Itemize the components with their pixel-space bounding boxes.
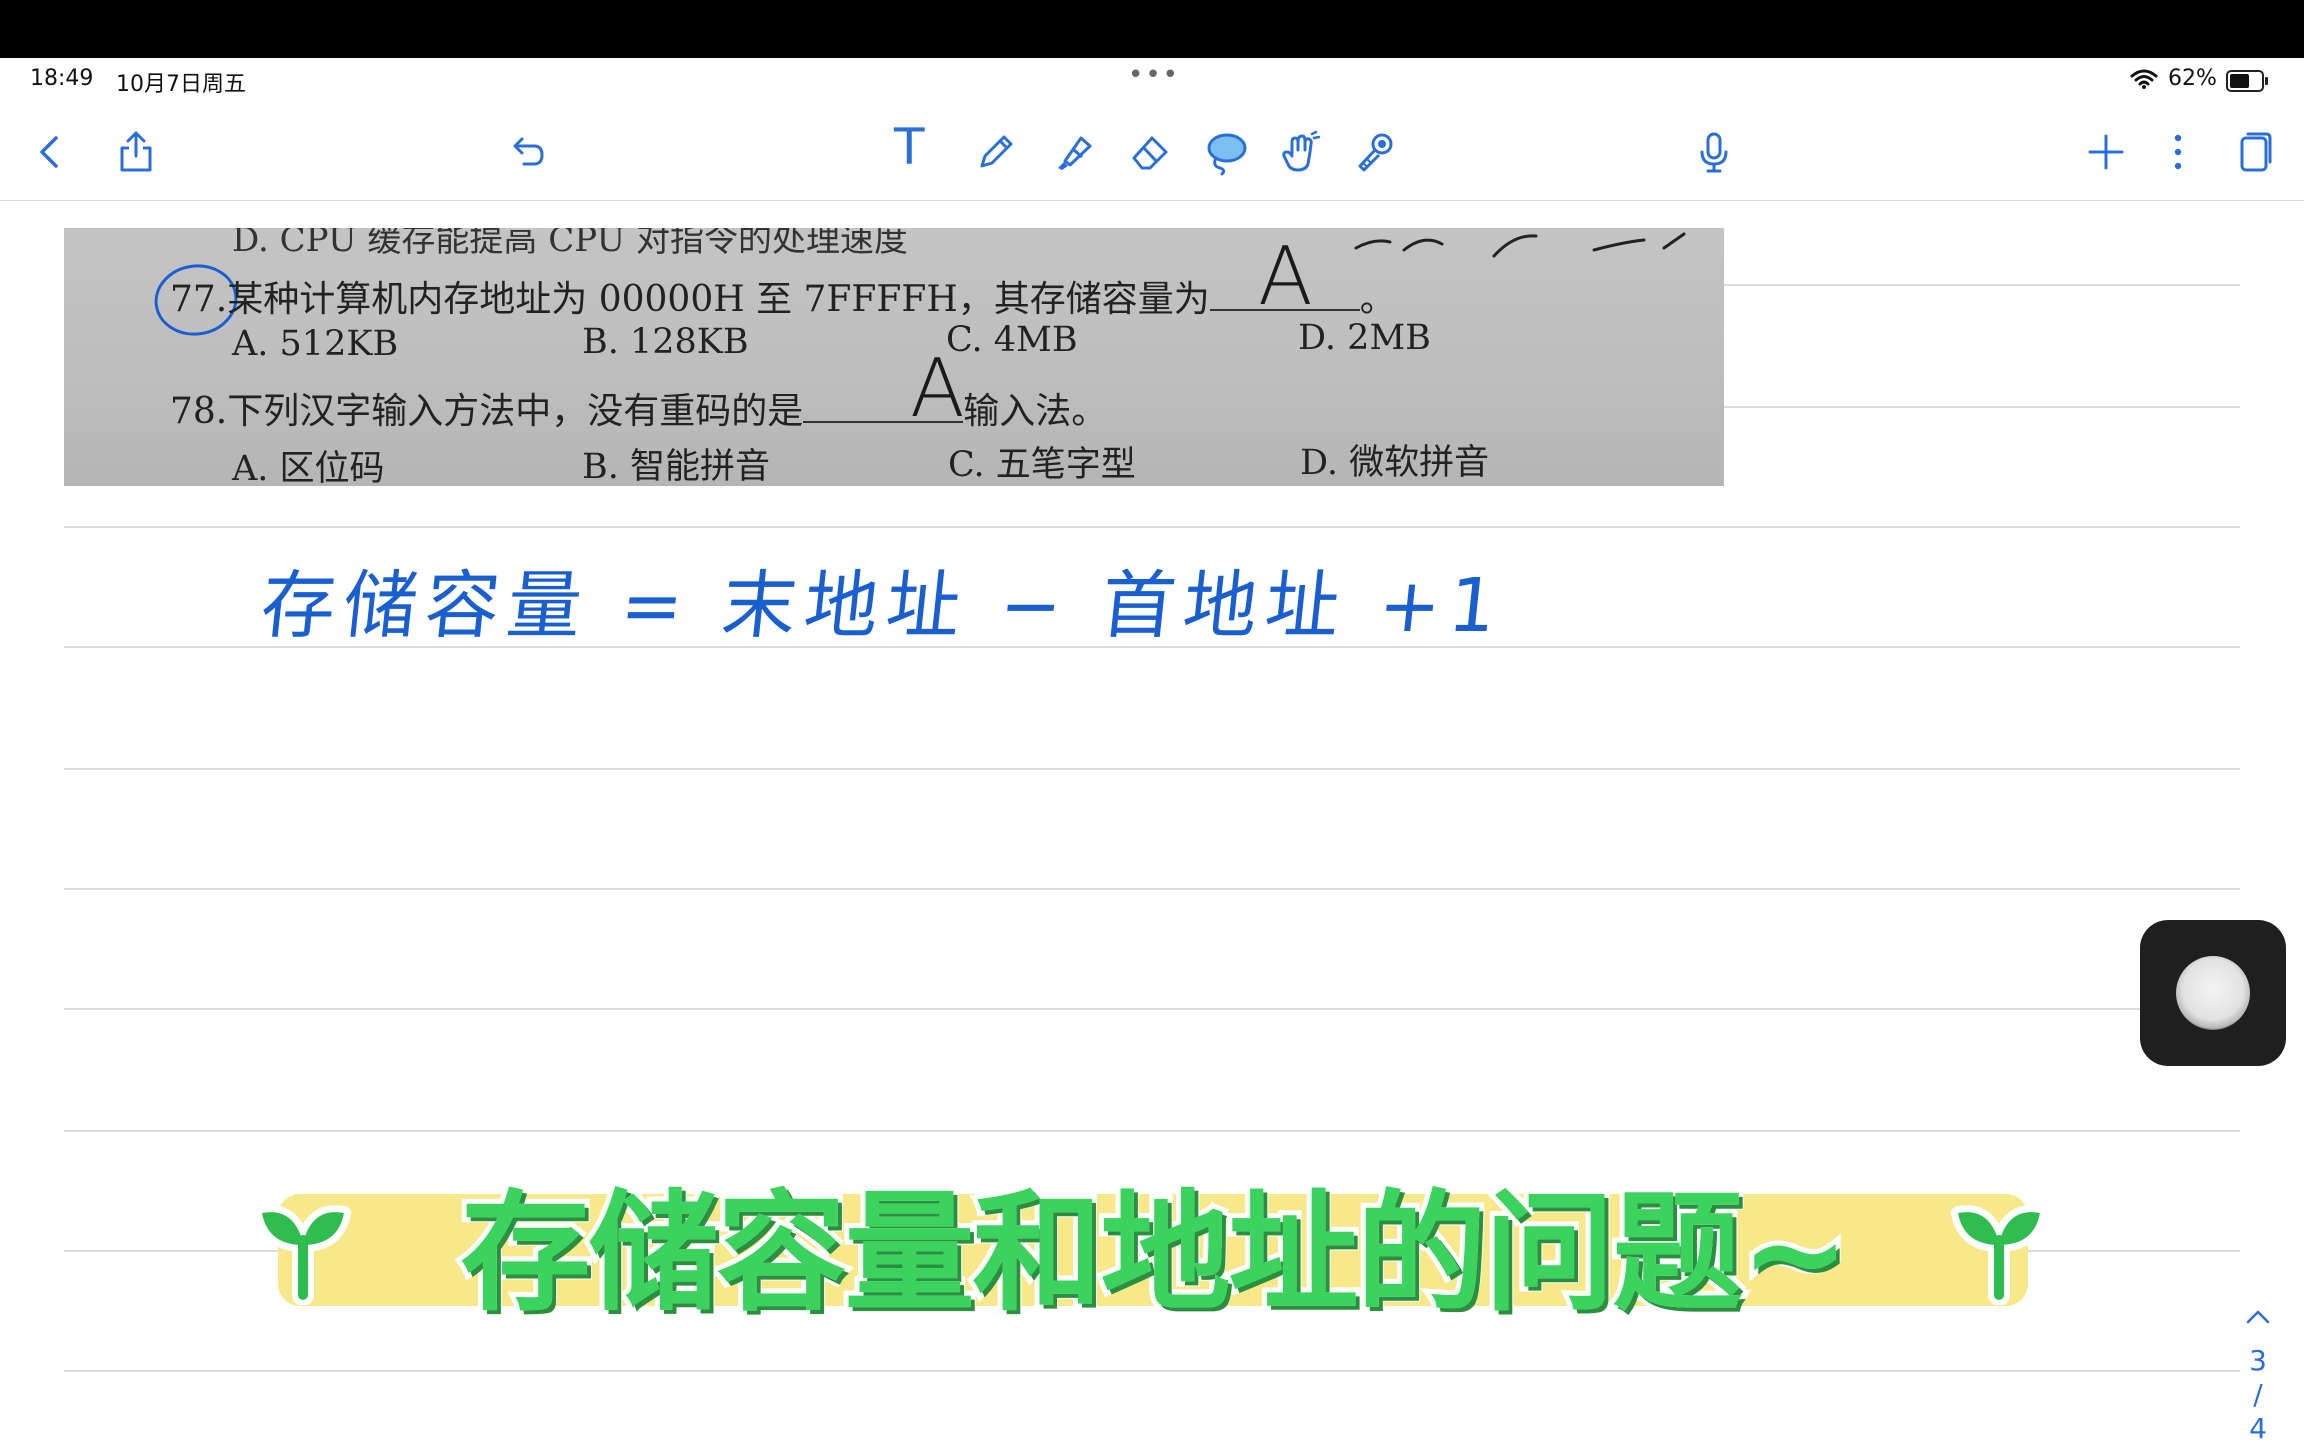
battery-percent: 62%	[2168, 66, 2217, 91]
handwritten-answer-77: A	[1258, 230, 1313, 323]
lasso-icon[interactable]	[1198, 124, 1254, 180]
pasted-question-image[interactable]: D. CPU 缓存能提高 CPU 对指令的处理速度 77.某种计算机内存地址为 …	[64, 228, 1724, 486]
share-icon[interactable]	[108, 124, 164, 180]
question-77: 77.某种计算机内存地址为 00000H 至 7FFFFH，其存储容量为 。	[170, 270, 1396, 322]
microphone-icon[interactable]	[1686, 124, 1742, 180]
question-78-text: 下列汉字输入方法中，没有重码的是	[227, 391, 804, 432]
page-indicator[interactable]: 3 / 4	[2238, 1300, 2278, 1444]
ruled-line	[64, 1370, 2240, 1372]
q78-option-a: A. 区位码	[232, 449, 385, 486]
multitasking-dots[interactable]: •••	[1128, 60, 1180, 90]
ruled-line	[64, 768, 2240, 770]
record-icon	[2176, 956, 2250, 1030]
chevron-up-icon[interactable]	[2238, 1300, 2278, 1344]
undo-icon[interactable]	[498, 124, 554, 180]
sprout-icon	[255, 1205, 351, 1305]
toolbar: T	[0, 104, 2304, 201]
sprout-icon	[1951, 1205, 2047, 1305]
eraser-icon[interactable]	[1122, 124, 1178, 180]
screen-record-button[interactable]	[2140, 920, 2286, 1066]
question-77-end: 。	[1359, 279, 1396, 320]
highlighter-icon[interactable]	[1046, 124, 1102, 180]
current-page-number: 3	[2249, 1344, 2267, 1377]
q77-option-c: C. 4MB	[946, 320, 1078, 360]
ruled-line	[64, 1008, 2240, 1010]
question-78-end: 输入法。	[963, 391, 1108, 432]
status-bar: 18:49 10月7日周五 ••• 62%	[0, 58, 2304, 104]
q78-option-b: B. 智能拼音	[582, 447, 770, 486]
wifi-icon	[2130, 68, 2158, 96]
handwritten-answer-78: A	[910, 342, 965, 435]
total-page-number: 4	[2249, 1412, 2267, 1444]
handwritten-formula: 存储容量 = 末地址 − 首地址 +1	[256, 563, 1509, 649]
battery-fill	[2230, 74, 2249, 88]
ruled-line	[64, 1130, 2240, 1132]
status-time: 18:49	[30, 66, 94, 91]
cut-off-line: D. CPU 缓存能提高 CPU 对指令的处理速度	[232, 228, 908, 260]
add-icon[interactable]	[2078, 124, 2134, 180]
q78-option-d: D. 微软拼音	[1300, 443, 1490, 483]
q78-option-c: C. 五笔字型	[948, 445, 1136, 485]
pen-icon[interactable]	[968, 124, 1024, 180]
q77-option-d: D. 2MB	[1298, 318, 1431, 358]
app-screen: 18:49 10月7日周五 ••• 62% T D. CPU 缓存能提高 CPU…	[0, 58, 2304, 1444]
question-78: 78.下列汉字输入方法中，没有重码的是 输入法。	[170, 382, 1107, 434]
back-icon[interactable]	[22, 124, 78, 180]
pages-icon[interactable]	[2226, 124, 2282, 180]
q77-option-a: A. 512KB	[232, 324, 399, 364]
page-separator: /	[2253, 1378, 2263, 1411]
battery-icon	[2226, 70, 2268, 92]
laser-pointer-icon[interactable]	[1346, 124, 1402, 180]
ruled-line	[64, 888, 2240, 890]
text-tool-icon[interactable]: T	[894, 118, 925, 176]
question-77-number: 77.	[170, 279, 228, 320]
note-page[interactable]: D. CPU 缓存能提高 CPU 对指令的处理速度 77.某种计算机内存地址为 …	[0, 200, 2304, 1444]
q77-option-b: B. 128KB	[582, 322, 749, 362]
question-78-number: 78.	[170, 391, 228, 432]
question-77-text: 某种计算机内存地址为 00000H 至 7FFFFH，其存储容量为	[227, 279, 1210, 320]
video-caption: 存储容量和地址的问题~	[456, 1172, 1855, 1334]
status-date: 10月7日周五	[116, 72, 246, 97]
more-icon[interactable]	[2150, 124, 2206, 180]
cut-off-handwriting	[1354, 232, 1686, 258]
ruled-line	[64, 526, 2240, 528]
pointer-hand-icon[interactable]	[1272, 124, 1328, 180]
